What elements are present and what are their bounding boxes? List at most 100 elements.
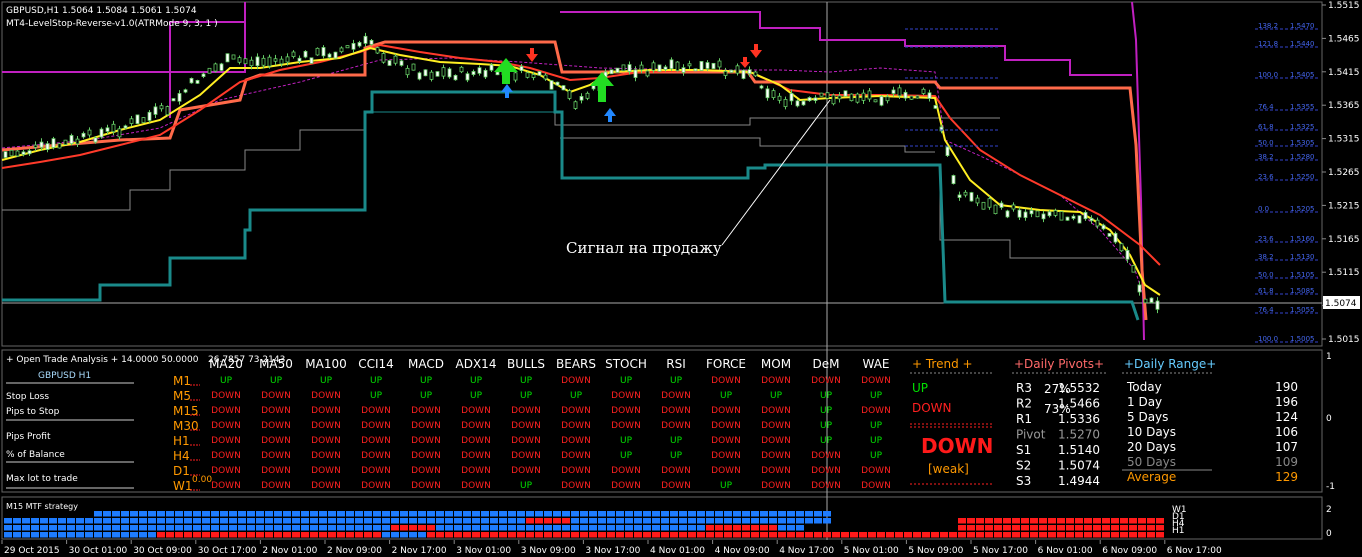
mtf-block [904,532,912,538]
mtf-block [256,525,264,531]
mtf-block [1057,525,1065,531]
candle-body [417,72,422,80]
mtf-block [1003,525,1011,531]
pivot-name: R3 [1016,381,1032,395]
mtf-block [634,532,642,538]
mtf-block [481,532,489,538]
mtf-block [1138,525,1146,531]
candle-body [357,42,362,47]
candle-body [117,128,122,138]
candle-body [9,149,14,157]
fib-level-label: 121.8 [1258,40,1278,48]
mtf-block [697,511,705,517]
matrix-cell: DOWN [511,436,541,446]
matrix-cell: UP [870,436,883,446]
mtf-block [526,532,534,538]
mtf-block [409,511,417,517]
matrix-cell: UP [220,376,233,386]
mtf-block [328,525,336,531]
mtf-block [94,532,102,538]
candle-body [57,143,62,149]
mtf-block [319,511,327,517]
mtf-block [805,532,813,538]
mtf-block [823,518,831,524]
mtf-block [220,511,228,517]
candle-body [465,73,470,81]
candle-body [63,139,68,146]
mtf-block [1003,532,1011,538]
mtf-block [463,511,471,517]
matrix-cell: DOWN [411,406,441,416]
mtf-block [715,532,723,538]
matrix-cell: UP [670,451,683,461]
pivot-value: 1.5466 [1058,397,1100,411]
matrix-cell: DOWN [761,451,791,461]
range-name: 10 Days [1127,425,1176,439]
price-tick-label: 1.5315 [1328,135,1360,145]
trade-analysis-label: Max lot to trade [6,474,78,484]
mtf-block [994,518,1002,524]
mtf-block [544,525,552,531]
candle-body [81,132,86,138]
mtf-block [877,532,885,538]
matrix-cell: DOWN [611,466,641,476]
matrix-cell: UP [670,436,683,446]
mtf-block [40,532,48,538]
trading-chart[interactable]: Сигнал на продажу GBPUSD,H1 1.5064 1.508… [0,0,1362,557]
mtf-block [130,532,138,538]
mtf-block [553,518,561,524]
fib-level-label: 76.4 [1258,103,1274,111]
mtf-block [121,532,129,538]
mtf-block [274,518,282,524]
mtf-block [175,525,183,531]
mtf-block [751,532,759,538]
matrix-timeframe: M30 [173,419,199,433]
mtf-block [670,511,678,517]
mtf-block [274,532,282,538]
mtf-block [4,518,12,524]
mtf-block [436,511,444,517]
mtf-block [535,532,543,538]
mtf-block [274,525,282,531]
mtf-block [346,518,354,524]
mtf-block [814,532,822,538]
mtf-block [283,511,291,517]
mtf-block [409,518,417,524]
trend-up: UP [912,381,928,395]
candle-body [123,125,128,129]
mtf-title: M15 MTF strategy [6,502,78,511]
mtf-block [607,511,615,517]
matrix-timeframe: W1 [173,479,193,493]
candle-body [393,55,398,64]
mtf-block [958,518,966,524]
matrix-cell: DOWN [361,421,391,431]
candle-body [447,68,452,78]
mtf-block [103,511,111,517]
mtf-block [652,532,660,538]
mtf-block [130,518,138,524]
mtf-block [1021,532,1029,538]
mtf-block [1093,518,1101,524]
mtf-block [841,532,849,538]
candle-body [489,64,494,71]
price-tick-label: 1.5165 [1328,235,1360,245]
mtf-block [85,525,93,531]
candle-body [207,67,212,74]
matrix-column-header: MA20 [209,357,243,371]
mtf-scale-top: 2 [1326,505,1332,515]
candle-body [789,92,794,102]
matrix-cell: DOWN [711,451,741,461]
mtf-block [553,525,561,531]
matrix-timeframe: H4 [173,449,190,463]
candle-body [555,81,560,86]
mtf-block [1075,518,1083,524]
matrix-cell: DOWN [761,406,791,416]
mtf-block [1129,518,1137,524]
mtf-block [1057,518,1065,524]
candle-body [813,97,818,101]
candle-body [1023,211,1028,218]
mtf-block [175,511,183,517]
candle-body [399,60,404,66]
mtf-block [157,532,165,538]
candle-body [771,90,776,98]
